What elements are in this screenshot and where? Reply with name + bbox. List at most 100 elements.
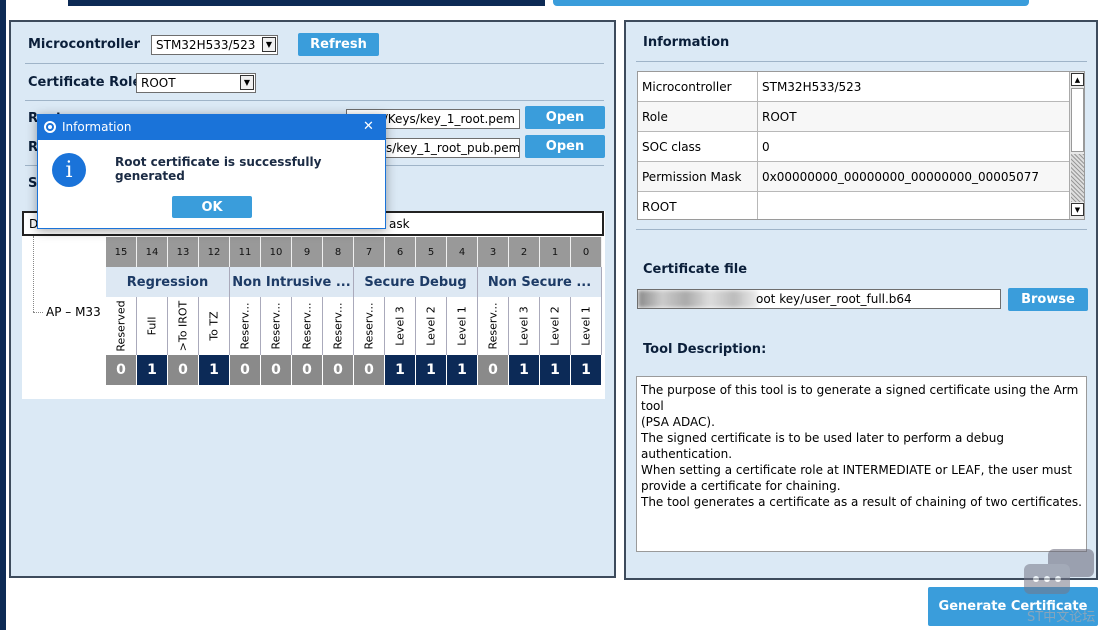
bit-label: Reserv... <box>300 302 314 350</box>
bit-value-toggle[interactable]: 1 <box>447 355 478 385</box>
certificate-role-label: Certificate Role <box>28 75 142 90</box>
information-table: Microcontroller STM32H533/523 Role ROOT SOC … <box>637 71 1085 220</box>
bit-label-cell: Level 1 <box>571 297 602 355</box>
information-row-key: ROOT <box>638 192 758 219</box>
bit-value-toggle[interactable]: 0 <box>230 355 261 385</box>
information-row: Permission Mask 0x00000000_00000000_00000… <box>638 162 1069 192</box>
left-panel: Microcontroller STM32H533/523 ▼ Refresh … <box>9 20 616 578</box>
bit-label: Level 2 <box>548 306 562 346</box>
certificate-role-select[interactable]: ROOT ▼ <box>136 73 256 93</box>
bit-label: Level 3 <box>393 306 407 346</box>
information-scrollbar[interactable]: ▲ ▼ <box>1069 72 1084 219</box>
certificate-file-field[interactable]: oot key/user_root_full.b64 <box>637 289 1001 309</box>
permission-group-header: Secure Debug <box>354 267 478 297</box>
divider <box>636 229 1087 230</box>
tool-description-line: The tool generates a certificate as a re… <box>641 495 1082 509</box>
dialog-titlebar[interactable]: Information ✕ <box>38 115 385 140</box>
tree-node-ap-m33[interactable]: AP – M33 <box>46 305 101 319</box>
microcontroller-select-value: STM32H533/523 <box>156 38 256 52</box>
bit-value-toggle[interactable]: 1 <box>137 355 168 385</box>
bit-label-cell: Reserved <box>106 297 137 355</box>
open-root-public-key-button[interactable]: Open <box>525 135 605 158</box>
tool-description-line: The purpose of this tool is to generate … <box>641 383 1079 413</box>
scroll-up-arrow-icon[interactable]: ▲ <box>1071 73 1084 86</box>
close-icon[interactable]: ✕ <box>363 119 374 134</box>
information-row: SOC class 0 <box>638 132 1069 162</box>
root-key-path-value: …/Keys/key_1_root.pem <box>371 112 515 126</box>
bit-label-cell: Level 3 <box>509 297 540 355</box>
bit-value-toggle[interactable]: 0 <box>168 355 199 385</box>
scroll-track-hatched <box>1071 154 1084 202</box>
open-root-key-button[interactable]: Open <box>525 106 605 129</box>
bit-label: Reserv... <box>486 302 500 350</box>
bit-number-header: 6 <box>385 237 416 267</box>
bit-label-cell: Full <box>137 297 168 355</box>
top-tab-bar-right[interactable] <box>553 0 1029 6</box>
divider <box>25 100 604 101</box>
ok-button[interactable]: OK <box>172 196 252 218</box>
browse-button[interactable]: Browse <box>1008 288 1088 311</box>
chevron-down-icon[interactable]: ▼ <box>262 37 276 52</box>
bit-number-header: 15 <box>106 237 137 267</box>
info-icon-glyph: i <box>65 157 73 183</box>
bit-label: >To IROT <box>176 300 190 352</box>
tool-description-line: provide a certificate for chaining. <box>641 479 841 493</box>
bit-value-toggle[interactable]: 1 <box>385 355 416 385</box>
information-title: Information <box>643 35 730 50</box>
divider <box>636 61 1087 62</box>
bit-value-toggle[interactable]: 0 <box>478 355 509 385</box>
bit-label: Level 1 <box>455 306 469 346</box>
tool-description-label: Tool Description: <box>643 342 767 357</box>
bit-label: To TZ <box>207 311 221 341</box>
tool-description-line: The signed certificate is to be used lat… <box>641 431 1004 461</box>
bit-label: Level 1 <box>579 306 593 346</box>
top-tab-bar-left[interactable] <box>68 0 545 6</box>
bit-number-header: 7 <box>354 237 385 267</box>
header-mask-column: ask <box>389 217 410 231</box>
info-icon: i <box>52 153 86 187</box>
bit-value-toggle[interactable]: 0 <box>354 355 385 385</box>
forum-watermark-icon <box>1024 548 1096 602</box>
information-row-value: STM32H533/523 <box>762 80 862 94</box>
certificate-file-label: Certificate file <box>643 262 748 277</box>
chevron-down-icon[interactable]: ▼ <box>240 75 254 90</box>
information-row-value: 0 <box>762 140 770 154</box>
tool-description-line: When setting a certificate role at INTER… <box>641 463 1072 477</box>
information-row: Role ROOT <box>638 102 1069 132</box>
bit-label: Reserv... <box>331 302 345 350</box>
permission-group-header: Non Secure ... <box>478 267 602 297</box>
bit-value-toggle[interactable]: 0 <box>106 355 137 385</box>
scroll-down-arrow-icon[interactable]: ▼ <box>1071 203 1084 216</box>
bit-value-toggle[interactable]: 0 <box>323 355 354 385</box>
bit-value-toggle[interactable]: 1 <box>540 355 571 385</box>
information-row: ROOT <box>638 192 1069 219</box>
bit-label: Level 2 <box>424 306 438 346</box>
bit-value-toggle[interactable]: 0 <box>292 355 323 385</box>
bit-label: Level 3 <box>517 306 531 346</box>
root-public-key-path-field[interactable]: s/key_1_root_pub.pem <box>381 138 520 158</box>
information-row-key: SOC class <box>638 132 758 161</box>
microcontroller-select[interactable]: STM32H533/523 ▼ <box>151 35 278 55</box>
bit-value-toggle[interactable]: 1 <box>571 355 602 385</box>
bit-label-cell: Level 2 <box>416 297 447 355</box>
bit-label-cell: Reserv... <box>230 297 261 355</box>
bit-value-toggle[interactable]: 1 <box>509 355 540 385</box>
bit-value-toggle[interactable]: 1 <box>199 355 230 385</box>
bit-label-cell: Level 1 <box>447 297 478 355</box>
scroll-thumb[interactable] <box>1071 88 1084 152</box>
bit-number-header: 4 <box>447 237 478 267</box>
refresh-button[interactable]: Refresh <box>298 33 379 56</box>
bit-label-cell: Reserv... <box>354 297 385 355</box>
certificate-file-path: oot key/user_root_full.b64 <box>756 292 912 306</box>
bit-value-toggle[interactable]: 1 <box>416 355 447 385</box>
app-gear-icon <box>43 120 57 134</box>
bit-label-cell: Reserv... <box>323 297 354 355</box>
information-row-value: 0x00000000_00000000_00000000_00005077 <box>762 170 1040 184</box>
right-panel: Information Microcontroller STM32H533/523… <box>624 20 1098 580</box>
information-row-key: Microcontroller <box>638 72 758 101</box>
tool-description-line: (PSA ADAC). <box>641 415 715 429</box>
bit-number-header: 10 <box>261 237 292 267</box>
permission-group-header: Regression <box>106 267 230 297</box>
certificate-role-value: ROOT <box>141 76 176 90</box>
bit-value-toggle[interactable]: 0 <box>261 355 292 385</box>
